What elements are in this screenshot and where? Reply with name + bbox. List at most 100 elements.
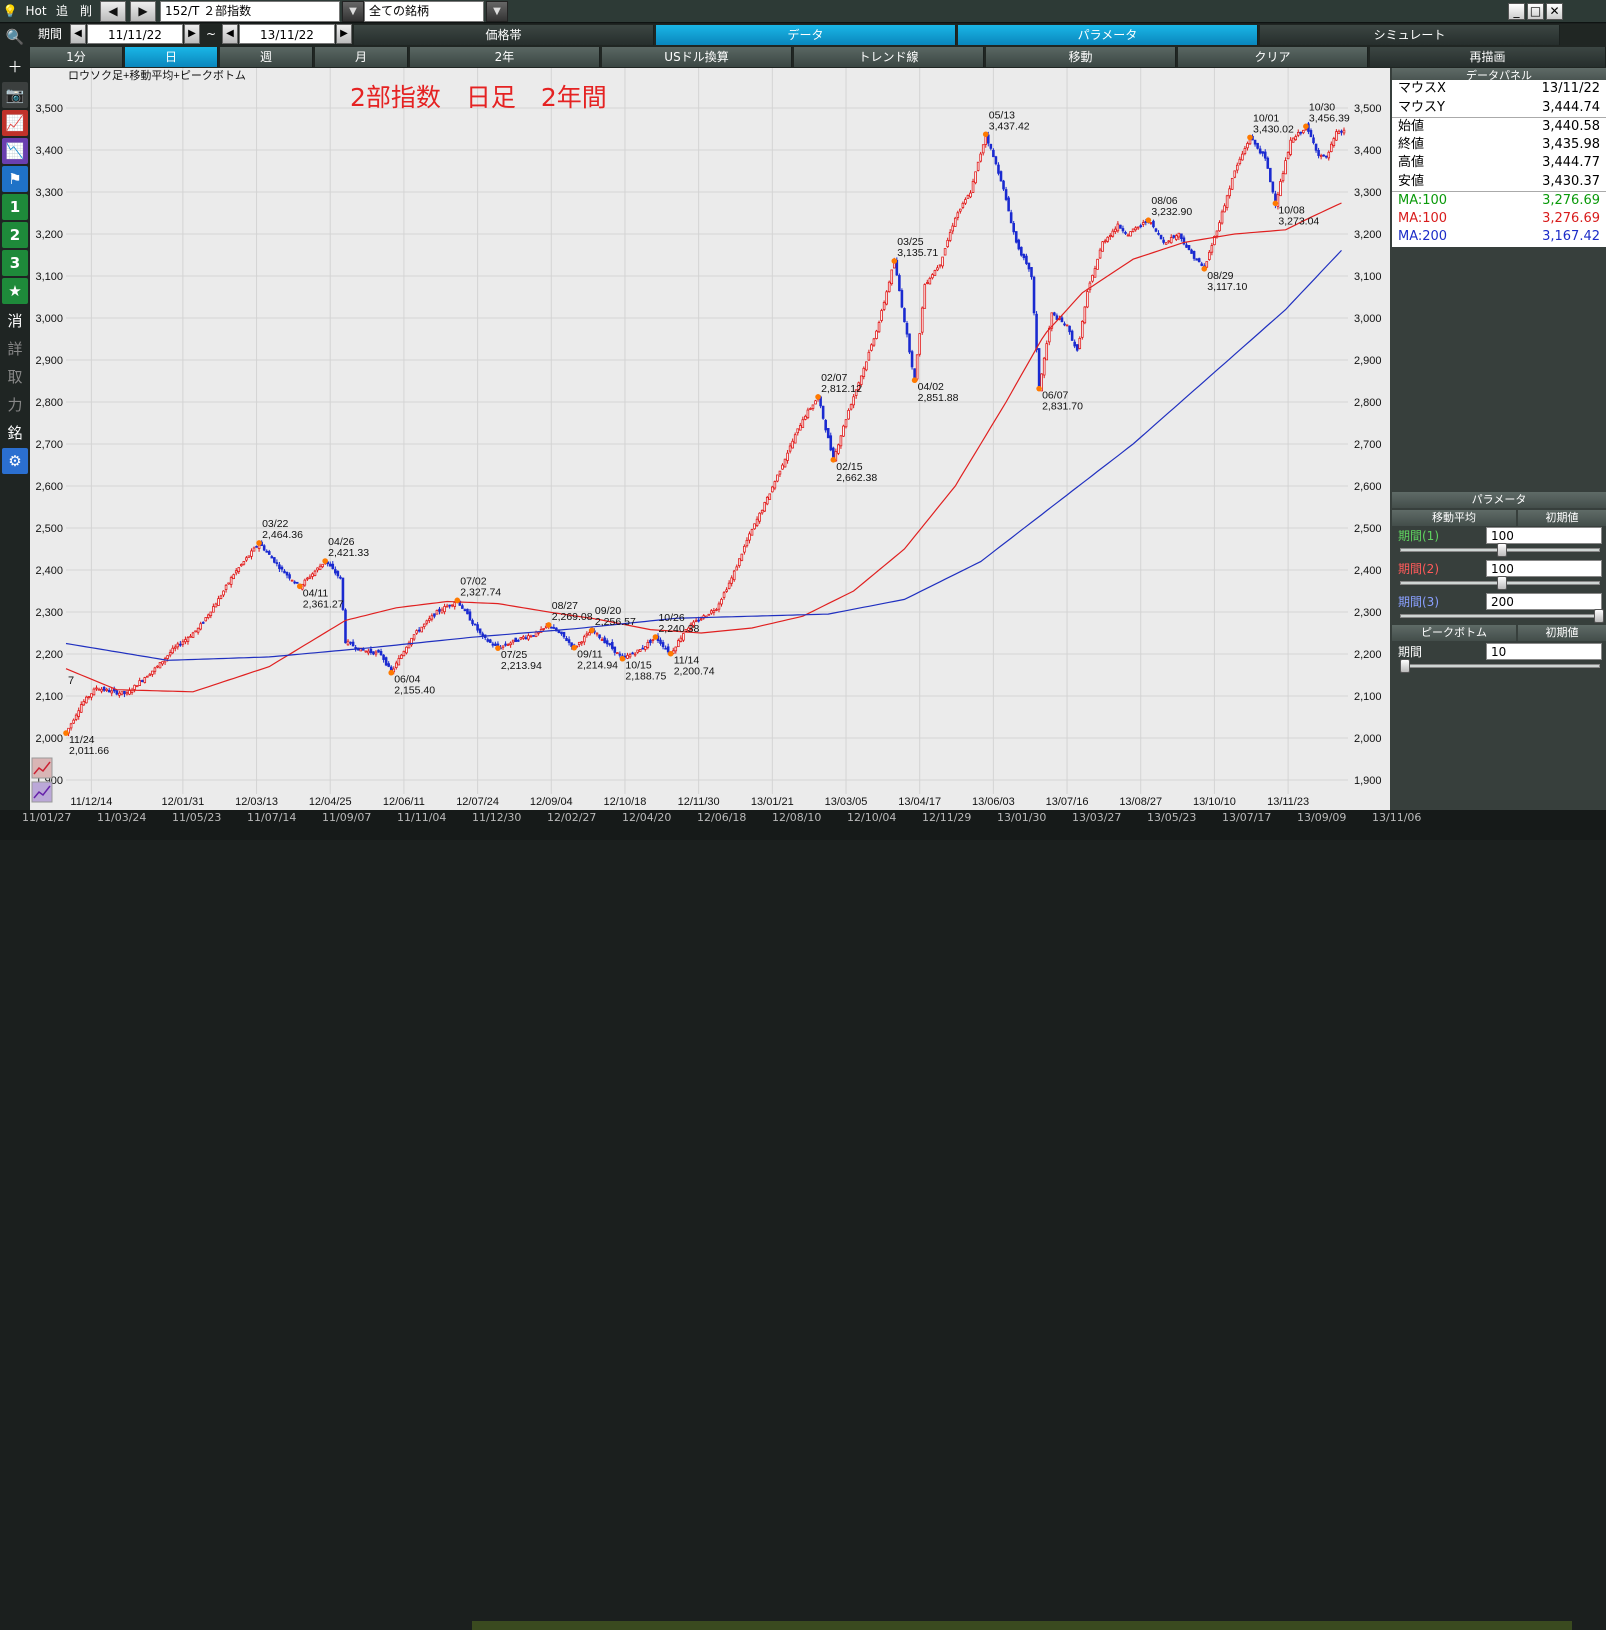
data-panel-label: MA:100 xyxy=(1398,193,1448,208)
redraw-button[interactable]: 再描画 xyxy=(1370,47,1606,67)
stock-button[interactable]: 銘 xyxy=(2,420,28,446)
chart-line-icon[interactable]: 📉 xyxy=(2,138,28,164)
chart-area[interactable]: 1,900 2,000 2,100 2,200 2,300 2,400 2,500 2,600… xyxy=(30,68,1390,810)
mini-chart-icon-2[interactable] xyxy=(31,781,53,803)
y-tick-label-right: 2,400 xyxy=(1354,565,1382,577)
to-date-field[interactable]: 13/11/22 xyxy=(239,24,335,44)
bulb-icon[interactable]: 💡 xyxy=(2,2,18,21)
minimize-button[interactable]: _ xyxy=(1508,3,1525,20)
chart-candle-icon[interactable]: 📈 xyxy=(2,110,28,136)
candle-body xyxy=(1009,212,1013,224)
to-next-icon[interactable]: ▶ xyxy=(336,24,352,44)
maximize-button[interactable]: □ xyxy=(1527,3,1544,20)
tab-clear[interactable]: クリア xyxy=(1178,47,1368,67)
tab-1min[interactable]: 1分 xyxy=(30,47,123,67)
p1-slider-knob[interactable] xyxy=(1497,543,1507,557)
chevron-down-icon[interactable]: ▼ xyxy=(342,1,364,22)
candle-body xyxy=(638,649,642,652)
p3-slider[interactable] xyxy=(1400,614,1600,618)
flag-icon[interactable]: ⚑ xyxy=(2,166,28,192)
candle-body xyxy=(133,684,136,690)
x-tick-label: 13/07/16 xyxy=(1046,796,1089,808)
next-arrow-icon[interactable]: ▶ xyxy=(130,1,156,22)
bottom-timeline[interactable]: 11/01/27 11/03/24 11/05/23 11/07/14 11/09/07… xyxy=(0,810,1606,1630)
candle-body xyxy=(1241,153,1244,161)
universe-combo[interactable]: 全ての銘柄 xyxy=(364,1,484,22)
detail-button[interactable]: 詳 xyxy=(2,336,28,362)
code-combo[interactable]: 152/T ２部指数 xyxy=(160,1,340,22)
y-tick-label-left: 2,000 xyxy=(35,733,63,745)
peak-value-label: 2,421.33 xyxy=(328,547,369,559)
chevron-down-icon[interactable]: ▼ xyxy=(486,1,508,22)
erase-button[interactable]: 消 xyxy=(2,308,28,334)
search-icon[interactable]: 🔍 xyxy=(2,24,28,50)
tab-week[interactable]: 週 xyxy=(220,47,313,67)
input-button[interactable]: 力 xyxy=(2,392,28,418)
candle-body xyxy=(1068,325,1071,333)
preset-1-button[interactable]: 1 xyxy=(2,194,28,220)
candle-body xyxy=(738,558,741,567)
candle-body xyxy=(372,651,375,655)
candle-body xyxy=(1014,231,1018,243)
candle-body xyxy=(605,640,609,645)
mini-chart-icon-1[interactable] xyxy=(31,757,53,779)
tab-parameter[interactable]: パラメータ xyxy=(958,25,1258,45)
p2-slider-knob[interactable] xyxy=(1497,576,1507,590)
p2-input[interactable]: 100 xyxy=(1486,560,1602,577)
tab-day[interactable]: 日 xyxy=(125,47,218,67)
tab-data[interactable]: データ xyxy=(656,25,956,45)
candle-body xyxy=(971,180,975,193)
candle-body xyxy=(72,719,75,724)
candle-body xyxy=(110,690,114,694)
fetch-button[interactable]: 取 xyxy=(2,364,28,390)
candle-body xyxy=(232,574,235,579)
candle-body xyxy=(651,638,655,642)
delete-button[interactable]: 削 xyxy=(76,2,96,21)
pb-init-button[interactable]: 初期値 xyxy=(1518,625,1606,641)
prev-arrow-icon[interactable]: ◀ xyxy=(100,1,126,22)
from-next-icon[interactable]: ▶ xyxy=(184,24,200,44)
peak-bottom-title: ピークボトム xyxy=(1421,626,1487,639)
gear-icon[interactable]: ⚙ xyxy=(2,448,28,474)
pb-slider-knob[interactable] xyxy=(1400,659,1410,673)
add-button[interactable]: 追 xyxy=(52,2,72,21)
tab-trendline[interactable]: トレンド線 xyxy=(794,47,984,67)
candle-body xyxy=(776,474,779,482)
from-prev-icon[interactable]: ◀ xyxy=(70,24,86,44)
star-icon[interactable]: ★ xyxy=(2,278,28,304)
tab-simulate[interactable]: シミュレート xyxy=(1260,25,1560,45)
range-bar: 1分 日 週 月 2年 USドル換算 トレンド線 移動 クリア 再描画 xyxy=(30,46,1606,68)
bottom-date-label: 12/06/18 xyxy=(697,811,747,824)
ma-init-button[interactable]: 初期値 xyxy=(1518,510,1606,526)
to-prev-icon[interactable]: ◀ xyxy=(222,24,238,44)
candle-body xyxy=(745,539,749,547)
x-tick-label: 12/07/24 xyxy=(456,796,499,808)
tab-usd[interactable]: USドル換算 xyxy=(602,47,792,67)
camera-icon[interactable]: 📷 xyxy=(2,82,28,108)
preset-2-button[interactable]: 2 xyxy=(2,222,28,248)
hot-button[interactable]: Hot xyxy=(22,2,50,21)
pb-slider[interactable] xyxy=(1400,664,1600,668)
preset-3-button[interactable]: 3 xyxy=(2,250,28,276)
tab-price-band[interactable]: 価格帯 xyxy=(354,25,654,45)
x-tick-label: 12/06/11 xyxy=(383,796,425,808)
candle-body xyxy=(804,415,807,420)
candle-body xyxy=(516,639,520,642)
tab-month[interactable]: 月 xyxy=(315,47,408,67)
close-button[interactable]: ✕ xyxy=(1546,3,1563,20)
candle-body xyxy=(123,690,126,695)
y-tick-label-right: 2,300 xyxy=(1354,607,1382,619)
p1-input[interactable]: 100 xyxy=(1486,527,1602,544)
y-tick-label-left: 2,700 xyxy=(35,439,63,451)
tab-move[interactable]: 移動 xyxy=(986,47,1176,67)
candle-body xyxy=(176,643,180,648)
crosshair-icon[interactable]: ＋ xyxy=(2,54,28,80)
from-date-field[interactable]: 11/11/22 xyxy=(87,24,183,44)
tab-2year[interactable]: 2年 xyxy=(410,47,600,67)
candle-body xyxy=(796,428,800,434)
candle-body xyxy=(1220,211,1224,224)
p3-slider-knob[interactable] xyxy=(1594,609,1604,623)
p3-input[interactable]: 200 xyxy=(1486,593,1602,610)
pb-input[interactable]: 10 xyxy=(1486,643,1602,660)
y-tick-label-right: 3,200 xyxy=(1354,229,1382,241)
